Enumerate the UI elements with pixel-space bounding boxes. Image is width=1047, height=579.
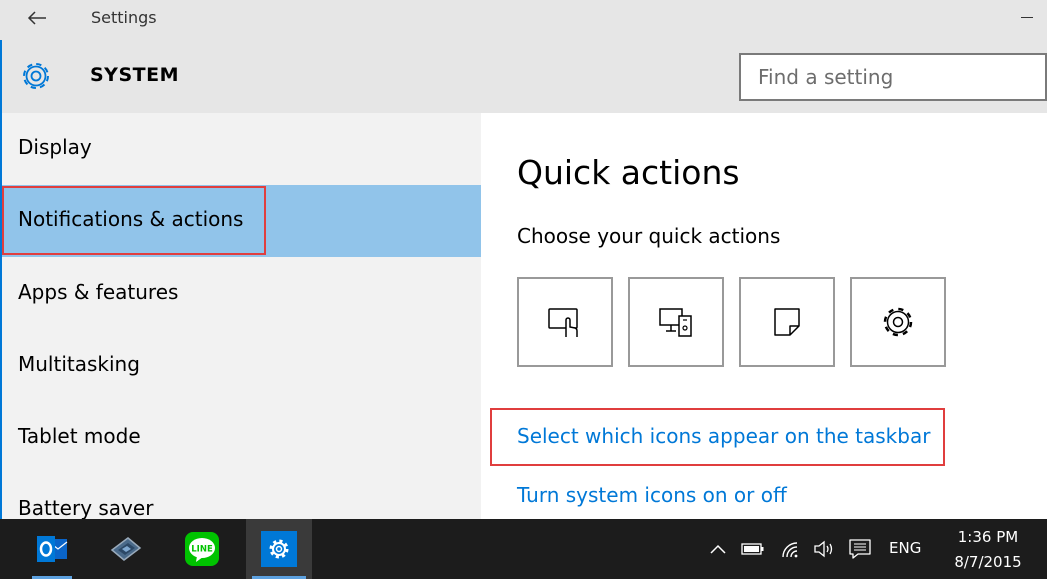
taskbar-app-outlook[interactable] [26,519,78,579]
search-box[interactable] [739,53,1047,101]
tablet-mode-icon [548,308,578,337]
action-center-icon [849,539,871,559]
quick-action-tile-connect[interactable] [628,277,724,367]
battery-button[interactable] [741,537,765,561]
sidebar: Display Notifications & actions Apps & f… [0,113,481,519]
speaker-icon [814,540,833,558]
gear-icon [23,63,49,89]
taskbar-app-line[interactable]: LINE [176,519,228,579]
section-subtitle: Choose your quick actions [517,224,781,248]
window-edge [0,40,2,519]
page-title: SYSTEM [90,64,179,86]
network-button[interactable] [778,537,802,561]
battery-icon [741,543,764,555]
line-icon-text: LINE [191,545,213,555]
quick-action-tile-tablet-mode[interactable] [517,277,613,367]
action-center-button[interactable] [848,537,872,561]
settings-icon [269,539,289,559]
clock-time: 1:36 PM [957,528,1019,546]
taskbar: LINE ENG 1:36 PM 8/7/2015 [0,519,1047,579]
sidebar-item-display[interactable]: Display [0,113,481,185]
minimize-button[interactable] [1001,0,1047,32]
main-content: Quick actions Choose your quick actions … [481,113,1047,519]
sidebar-item-label: Tablet mode [18,424,141,448]
sidebar-item-label: Apps & features [18,280,179,304]
window-title: Settings [91,8,157,27]
outlook-icon [37,536,68,562]
input-language-button[interactable]: ENG [889,539,921,557]
clock-date: 8/7/2015 [954,553,1022,571]
settings-header: SYSTEM [0,40,1047,113]
quick-action-tile-note[interactable] [739,277,835,367]
line-icon: LINE [185,532,219,566]
chevron-up-icon [710,544,726,554]
note-icon [774,308,800,336]
sidebar-item-label: Battery saver [18,496,154,519]
search-input[interactable] [741,55,1045,99]
quick-action-tile-settings[interactable] [850,277,946,367]
sidebar-item-apps-features[interactable]: Apps & features [0,258,481,330]
taskbar-app-settings[interactable] [246,519,312,579]
sidebar-item-label: Multitasking [18,352,140,376]
sidebar-item-notifications-actions[interactable]: Notifications & actions [0,185,481,257]
back-arrow-icon [27,11,46,25]
system-icons-link[interactable]: Turn system icons on or off [517,483,787,507]
wifi-icon [782,542,798,558]
section-title: Quick actions [517,153,740,192]
settings-gear-icon [883,307,913,337]
show-hidden-icons-button[interactable] [706,537,730,561]
app-icon [110,537,142,561]
sidebar-item-label: Display [18,135,92,159]
select-taskbar-icons-link[interactable]: Select which icons appear on the taskbar [517,424,930,448]
sidebar-item-battery-saver[interactable]: Battery saver [0,474,481,519]
connect-icon [659,308,692,337]
settings-tile [261,531,297,567]
volume-button[interactable] [812,537,836,561]
taskbar-app-generic[interactable] [100,519,152,579]
back-button[interactable] [22,4,52,32]
sidebar-item-multitasking[interactable]: Multitasking [0,330,481,402]
clock-button[interactable]: 1:36 PM 8/7/2015 [940,525,1036,575]
title-bar: Settings [0,0,1047,40]
sidebar-item-tablet-mode[interactable]: Tablet mode [0,402,481,474]
sidebar-item-label: Notifications & actions [18,207,244,231]
